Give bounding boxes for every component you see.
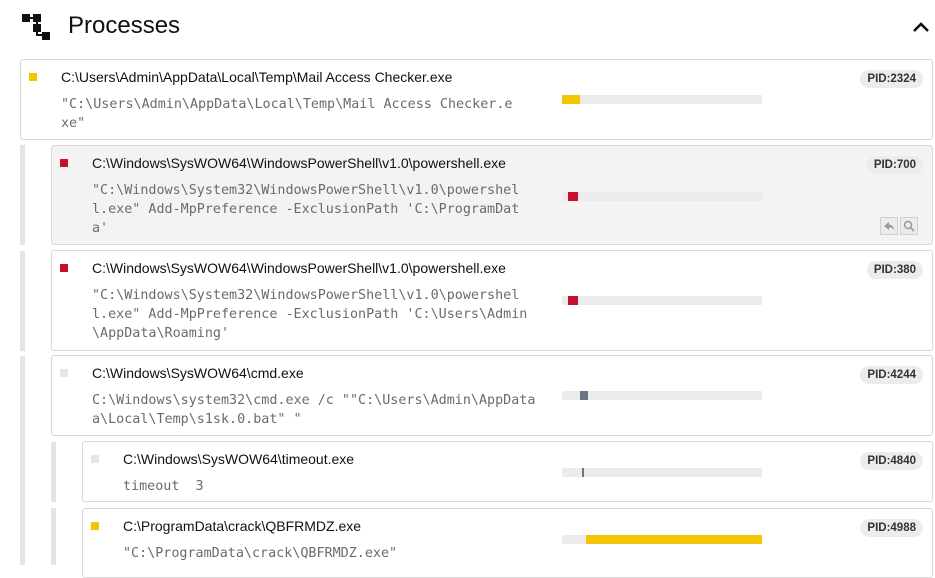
command-line-segment: "C:\Users\Admin\AppData\Local\Temp\Mail …: [61, 97, 513, 112]
process-timeline: [562, 535, 762, 544]
process-path: C:\Windows\SysWOW64\WindowsPowerShell\v1…: [92, 260, 506, 276]
process-path: C:\ProgramData\crack\QBFRMDZ.exe: [123, 518, 362, 534]
pid-badge: PID:700: [866, 156, 923, 174]
timeline-fill: [568, 192, 578, 201]
timeline-fill: [582, 468, 584, 477]
pid-badge: PID:2324: [860, 70, 923, 88]
pid-badge: PID:380: [866, 261, 923, 279]
process-timeline: [562, 468, 762, 477]
command-line-segment: timeout 3: [123, 479, 204, 494]
command-line-segment: a': [92, 221, 109, 236]
processes-header: Processes: [0, 0, 935, 56]
severity-indicator: [29, 73, 37, 81]
tree-indent-guide: [51, 508, 56, 565]
timeline-fill: [562, 95, 580, 104]
command-line-segment: "C:\Windows\System32\WindowsPowerShell\v…: [92, 183, 520, 198]
process-command-line: "C:\Windows\System32\WindowsPowerShell\v…: [92, 286, 527, 343]
process-path: C:\Windows\SysWOW64\timeout.exe: [123, 451, 355, 467]
process-tree-icon: [22, 14, 50, 40]
timeline-fill: [568, 296, 578, 305]
pid-badge: PID:4840: [860, 452, 923, 470]
tree-indent-guide: [20, 356, 25, 565]
command-line-segment: "C:\ProgramData\crack\QBFRMDZ.exe": [123, 546, 398, 561]
severity-indicator: [60, 369, 68, 377]
process-path: C:\Users\Admin\AppData\Local\Temp\Mail A…: [61, 69, 453, 85]
process-command-line: "C:\Users\Admin\AppData\Local\Temp\Mail …: [61, 95, 512, 133]
row-actions: [878, 217, 918, 235]
pid-badge: PID:4988: [860, 519, 923, 537]
process-timeline: [562, 192, 762, 201]
command-line-segment: l.exe" Add-MpPreference -ExclusionPath '…: [92, 307, 528, 322]
command-line-segment: l.exe" Add-MpPreference -ExclusionPath '…: [92, 202, 520, 217]
process-command-line: timeout 3: [123, 477, 204, 496]
timeline-fill: [586, 535, 762, 544]
page-title: Processes: [68, 12, 181, 39]
process-timeline: [562, 296, 762, 305]
reply-icon[interactable]: [880, 217, 898, 235]
search-icon[interactable]: [900, 217, 918, 235]
command-line-segment: a\Local\Temp\s1sk.0.bat" ": [92, 412, 302, 427]
tree-indent-guide: [20, 251, 25, 351]
severity-indicator: [91, 522, 99, 530]
pid-badge: PID:4244: [860, 366, 923, 384]
chevron-up-icon[interactable]: [908, 14, 934, 40]
timeline-fill: [580, 391, 588, 400]
process-timeline: [562, 391, 762, 400]
process-path: C:\Windows\SysWOW64\WindowsPowerShell\v1…: [92, 155, 506, 171]
process-command-line: "C:\Windows\System32\WindowsPowerShell\v…: [92, 181, 519, 238]
process-timeline: [562, 95, 762, 104]
process-command-line: C:\Windows\system32\cmd.exe /c ""C:\User…: [92, 391, 535, 429]
tree-indent-guide: [51, 442, 56, 502]
tree-indent-guide: [20, 145, 25, 245]
severity-indicator: [60, 264, 68, 272]
command-line-segment: \AppData\Roaming': [92, 326, 230, 341]
command-line-segment: xe": [61, 116, 86, 131]
severity-indicator: [91, 455, 99, 463]
severity-indicator: [60, 159, 68, 167]
process-path: C:\Windows\SysWOW64\cmd.exe: [92, 365, 304, 381]
command-line-segment: "C:\Windows\System32\WindowsPowerShell\v…: [92, 288, 520, 303]
command-line-segment: C:\Windows\system32\cmd.exe /c ""C:\User…: [92, 393, 536, 408]
process-command-line: "C:\ProgramData\crack\QBFRMDZ.exe": [123, 544, 397, 563]
